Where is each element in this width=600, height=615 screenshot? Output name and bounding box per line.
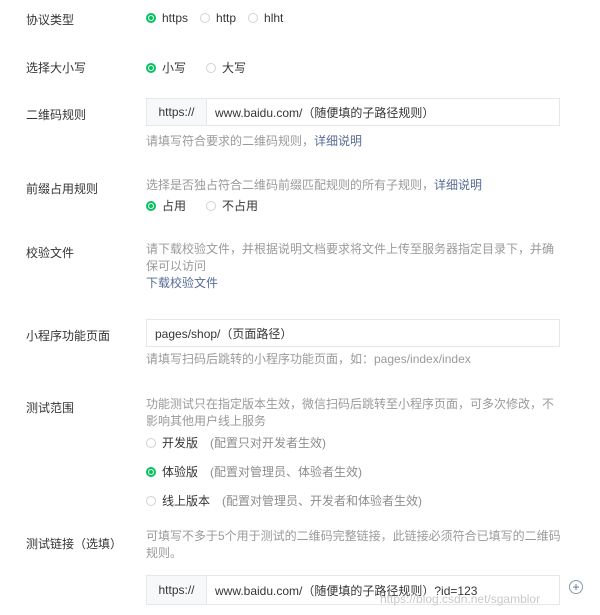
qr-rule-input[interactable]: https:// www.baidu.com/（随便填的子路径规则） bbox=[146, 98, 560, 126]
protocol-https-radio[interactable]: https bbox=[146, 11, 188, 25]
watermark: https://blog.csdn.net/sgamblor bbox=[380, 592, 541, 606]
test-scope-release-radio[interactable]: 线上版本 (配置对管理员、开发者和体验者生效) bbox=[146, 492, 558, 509]
download-verify-file-link[interactable]: 下载校验文件 bbox=[146, 275, 570, 292]
prefix-rule-label: 前缀占用规则 bbox=[26, 182, 99, 196]
protocol-http-radio[interactable]: http bbox=[200, 11, 236, 25]
qr-rule-row: 二维码规则 https:// www.baidu.com/（随便填的子路径规则）… bbox=[0, 98, 600, 158]
qr-rule-hint: 请填写符合要求的二维码规则，详细说明 bbox=[146, 134, 363, 148]
prefix-rule-row: 前缀占用规则 选择是否独占符合二维码前缀匹配规则的所有子规则，详细说明 占用 不… bbox=[0, 177, 600, 217]
protocol-label: 协议类型 bbox=[26, 13, 75, 27]
protocol-row: 协议类型 https http hlht bbox=[0, 9, 600, 29]
miniprogram-page-input[interactable]: pages/shop/（页面路径） bbox=[146, 319, 560, 347]
radio-unchecked-icon bbox=[248, 13, 259, 23]
prefix-occupy-radio[interactable]: 占用 bbox=[146, 197, 186, 214]
qr-rule-label: 二维码规则 bbox=[26, 108, 87, 122]
radio-checked-icon bbox=[146, 200, 156, 211]
qr-rule-detail-link[interactable]: 详细说明 bbox=[314, 134, 362, 148]
test-scope-row: 测试范围 功能测试只在指定版本生效，微信扫码后跳转至小程序页面，可多次修改，不 … bbox=[0, 396, 600, 509]
radio-unchecked-icon bbox=[206, 200, 217, 211]
case-upper-radio[interactable]: 大写 bbox=[206, 59, 246, 76]
miniprogram-page-label: 小程序功能页面 bbox=[26, 329, 111, 343]
radio-unchecked-icon bbox=[200, 13, 211, 23]
verify-file-row: 校验文件 请下载校验文件，并根据说明文档要求将文件上传至服务器指定目录下，并确 … bbox=[0, 241, 600, 301]
verify-file-hint: 请下载校验文件，并根据说明文档要求将文件上传至服务器指定目录下，并确 保可以访问… bbox=[146, 241, 570, 292]
case-row: 选择大小写 小写 大写 bbox=[0, 57, 600, 77]
qr-rule-prefix: https:// bbox=[147, 99, 207, 125]
test-scope-label: 测试范围 bbox=[26, 401, 75, 415]
radio-unchecked-icon bbox=[146, 495, 156, 506]
prefix-not-occupy-radio[interactable]: 不占用 bbox=[206, 197, 258, 214]
radio-unchecked-icon bbox=[206, 62, 217, 73]
miniprogram-page-value[interactable]: pages/shop/（页面路径） bbox=[147, 325, 292, 342]
prefix-rule-hint: 选择是否独占符合二维码前缀匹配规则的所有子规则，详细说明 bbox=[146, 178, 483, 192]
qr-rule-value[interactable]: www.baidu.com/（随便填的子路径规则） bbox=[207, 104, 434, 121]
case-lower-radio[interactable]: 小写 bbox=[146, 59, 186, 76]
case-label: 选择大小写 bbox=[26, 61, 87, 75]
test-link-hint: 可填写不多于5个用于测试的二维码完整链接，此链接必须符合已填写的二维码 规则。 bbox=[146, 529, 561, 560]
miniprogram-page-hint: 请填写扫码后跳转的小程序功能页面，如：pages/index/index bbox=[146, 352, 471, 366]
radio-checked-icon bbox=[146, 62, 156, 73]
radio-checked-icon bbox=[146, 466, 156, 477]
test-scope-trial-radio[interactable]: 体验版 (配置对管理员、体验者生效) bbox=[146, 463, 558, 480]
test-link-label: 测试链接（选填） bbox=[26, 537, 123, 551]
verify-file-label: 校验文件 bbox=[26, 246, 75, 260]
test-scope-dev-radio[interactable]: 开发版 (配置只对开发者生效) bbox=[146, 434, 558, 451]
protocol-hlht-radio[interactable]: hlht bbox=[248, 11, 283, 25]
radio-unchecked-icon bbox=[146, 437, 156, 448]
test-link-prefix: https:// bbox=[147, 576, 207, 604]
test-scope-hint: 功能测试只在指定版本生效，微信扫码后跳转至小程序页面，可多次修改，不 影响其他用… bbox=[146, 397, 555, 428]
miniprogram-page-row: 小程序功能页面 pages/shop/（页面路径） 请填写扫码后跳转的小程序功能… bbox=[0, 319, 600, 369]
plus-circle-icon[interactable]: + bbox=[569, 580, 583, 594]
prefix-rule-detail-link[interactable]: 详细说明 bbox=[434, 178, 482, 192]
radio-checked-icon bbox=[146, 13, 156, 23]
